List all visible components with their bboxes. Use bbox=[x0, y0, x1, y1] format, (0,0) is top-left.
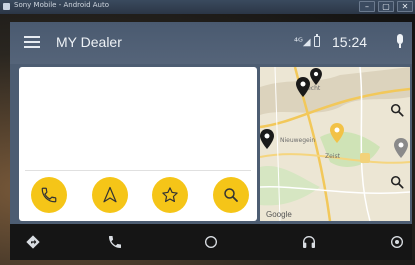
menu-icon[interactable] bbox=[24, 36, 40, 48]
window-controls: – ▢ ✕ bbox=[359, 1, 413, 12]
minimize-button[interactable]: – bbox=[359, 1, 375, 12]
signal-icon: ⁴ᴳ◢ bbox=[294, 37, 311, 48]
nav-audio-button[interactable] bbox=[300, 233, 318, 251]
search-button[interactable] bbox=[212, 177, 249, 213]
close-button[interactable]: ✕ bbox=[397, 1, 413, 12]
call-button[interactable] bbox=[31, 177, 67, 213]
bottom-navigation-bar bbox=[10, 224, 412, 260]
phone-icon bbox=[41, 187, 57, 203]
map-label: Zeist bbox=[325, 153, 340, 160]
phone-icon bbox=[109, 236, 121, 248]
favorite-button[interactable] bbox=[152, 177, 189, 213]
microphone-icon[interactable] bbox=[396, 34, 404, 50]
window-title: Sony Mobile - Android Auto bbox=[14, 1, 110, 9]
zoom-out-icon[interactable] bbox=[390, 175, 404, 189]
window-titlebar: Sony Mobile - Android Auto – ▢ ✕ bbox=[0, 0, 415, 14]
main-content: Utrecht Nieuwegein Zeist Google bbox=[10, 64, 412, 224]
app-window-icon bbox=[3, 3, 10, 10]
navigation-arrow-icon bbox=[103, 186, 117, 203]
dealer-card bbox=[19, 67, 257, 221]
map-marker-icon[interactable] bbox=[360, 153, 370, 163]
map-view[interactable]: Utrecht Nieuwegein Zeist Google bbox=[260, 67, 410, 221]
app-title: MY Dealer bbox=[56, 34, 122, 50]
zoom-in-icon[interactable] bbox=[390, 103, 404, 117]
location-pin-icon[interactable] bbox=[394, 137, 408, 159]
navigate-button[interactable] bbox=[91, 177, 128, 213]
google-logo: Google bbox=[266, 210, 292, 219]
map-roads bbox=[260, 67, 410, 221]
nav-exit-button[interactable] bbox=[388, 233, 406, 251]
home-circle-icon bbox=[205, 236, 217, 248]
nav-phone-button[interactable] bbox=[106, 233, 124, 251]
clock: 15:24 bbox=[332, 34, 368, 50]
top-bar: MY Dealer ⁴ᴳ◢ 15:24 bbox=[10, 22, 412, 64]
nav-home-button[interactable] bbox=[202, 233, 220, 251]
map-label: Nieuwegein bbox=[280, 137, 316, 144]
selected-map-pin-icon[interactable] bbox=[330, 123, 344, 143]
power-icon bbox=[391, 236, 403, 248]
headphones-icon bbox=[303, 235, 315, 248]
maximize-button[interactable]: ▢ bbox=[378, 1, 394, 12]
navigation-icon bbox=[26, 235, 40, 249]
map-pin-icon[interactable] bbox=[260, 129, 274, 149]
map-pin-icon[interactable] bbox=[296, 77, 310, 97]
star-icon bbox=[162, 187, 179, 203]
map-pin-icon[interactable] bbox=[310, 68, 322, 85]
nav-navigation-button[interactable] bbox=[24, 233, 42, 251]
card-divider bbox=[25, 170, 251, 171]
search-icon bbox=[224, 188, 238, 202]
action-row bbox=[31, 177, 249, 213]
battery-icon bbox=[314, 34, 320, 47]
